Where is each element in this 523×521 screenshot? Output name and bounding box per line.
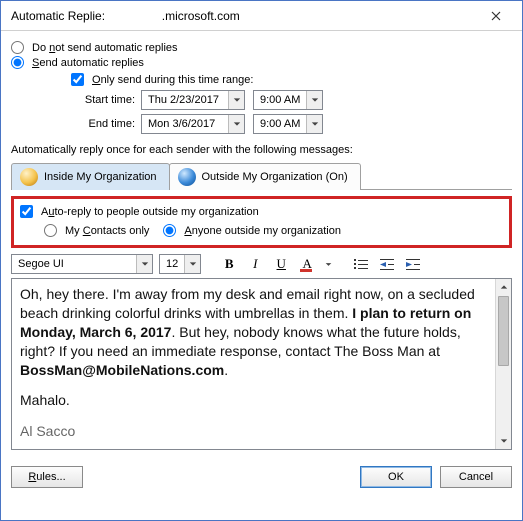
radio-send-input[interactable]	[11, 56, 24, 69]
chevron-down-icon	[306, 115, 322, 133]
message-paragraph: Oh, hey there. I'm away from my desk and…	[20, 285, 487, 379]
chevron-down-icon	[184, 255, 200, 273]
end-time-value: 9:00 AM	[254, 118, 306, 130]
radio-anyone-outside-input[interactable]	[163, 224, 176, 237]
start-time-value: 9:00 AM	[254, 94, 306, 106]
scroll-track[interactable]	[496, 367, 511, 433]
bullet-list-button[interactable]	[351, 254, 371, 274]
start-date-combo[interactable]: Thu 2/23/2017	[141, 90, 245, 110]
title-suffix: .microsoft.com	[162, 9, 240, 23]
title-bar: Automatic Replie: .microsoft.com	[1, 1, 522, 31]
window-title: Automatic Replie: .microsoft.com	[11, 9, 476, 23]
font-size-value: 12	[160, 258, 184, 270]
scroll-up-button[interactable]	[496, 279, 511, 295]
close-icon	[491, 11, 501, 21]
globe-icon	[20, 168, 38, 186]
radio-anyone-outside[interactable]: Anyone outside my organization	[163, 224, 341, 237]
time-range-block: Only send during this time range: Start …	[71, 73, 512, 134]
dialog-footer: Rules... OK Cancel	[1, 458, 522, 496]
title-prefix: Automatic Replie:	[11, 9, 105, 23]
end-time-row: End time: Mon 3/6/2017 9:00 AM	[71, 114, 512, 134]
only-send-check-input[interactable]	[71, 73, 84, 86]
arrow-right-icon	[406, 262, 412, 267]
scroll-down-button[interactable]	[496, 433, 511, 449]
outside-options-highlight: Auto-reply to people outside my organiza…	[11, 196, 512, 248]
tab-outside[interactable]: Outside My Organization (On)	[169, 163, 361, 190]
message-editor[interactable]: Oh, hey there. I'm away from my desk and…	[12, 279, 495, 449]
end-date-value: Mon 3/6/2017	[142, 118, 228, 130]
font-combo[interactable]: Segoe UI	[11, 254, 153, 274]
tab-inside[interactable]: Inside My Organization	[11, 163, 170, 190]
underline-button[interactable]: U	[271, 254, 291, 274]
radio-contacts-only-input[interactable]	[44, 224, 57, 237]
format-toolbar: Segoe UI 12 B I U A	[11, 252, 512, 276]
start-time-row: Start time: Thu 2/23/2017 9:00 AM	[71, 90, 512, 110]
end-date-combo[interactable]: Mon 3/6/2017	[141, 114, 245, 134]
radio-contacts-only[interactable]: My Contacts only	[44, 224, 149, 237]
cancel-button[interactable]: Cancel	[440, 466, 512, 488]
rules-button[interactable]: Rules...	[11, 466, 83, 488]
scroll-thumb[interactable]	[498, 296, 509, 366]
italic-button[interactable]: I	[245, 254, 265, 274]
message-paragraph: Al Sacco	[20, 422, 487, 441]
ok-button[interactable]: OK	[360, 466, 432, 488]
end-time-combo[interactable]: 9:00 AM	[253, 114, 323, 134]
reply-once-label: Automatically reply once for each sender…	[11, 144, 512, 156]
close-button[interactable]	[476, 3, 516, 29]
tab-strip: Inside My Organization Outside My Organi…	[11, 162, 512, 190]
auto-reply-outside-check[interactable]: Auto-reply to people outside my organiza…	[20, 205, 503, 218]
message-paragraph: Mahalo.	[20, 391, 487, 410]
tab-inside-label: Inside My Organization	[44, 171, 157, 183]
font-value: Segoe UI	[12, 258, 136, 270]
font-size-combo[interactable]: 12	[159, 254, 201, 274]
start-label: Start time:	[71, 94, 141, 106]
radio-do-not-send[interactable]: Do not send automatic replies	[11, 41, 512, 54]
chevron-down-icon	[306, 91, 322, 109]
globe-icon	[178, 168, 196, 186]
bold-button[interactable]: B	[219, 254, 239, 274]
radio-do-not-send-input[interactable]	[11, 41, 24, 54]
increase-indent-button[interactable]	[403, 254, 423, 274]
start-time-combo[interactable]: 9:00 AM	[253, 90, 323, 110]
end-label: End time:	[71, 118, 141, 130]
chevron-down-icon	[228, 91, 244, 109]
arrow-left-icon	[380, 262, 386, 267]
editor-scrollbar[interactable]	[495, 279, 511, 449]
font-color-button[interactable]: A	[297, 254, 317, 274]
chevron-down-icon	[228, 115, 244, 133]
decrease-indent-button[interactable]	[377, 254, 397, 274]
message-editor-wrap: Oh, hey there. I'm away from my desk and…	[11, 278, 512, 450]
only-send-check[interactable]: Only send during this time range:	[71, 73, 512, 86]
auto-reply-outside-check-input[interactable]	[20, 205, 33, 218]
tab-outside-label: Outside My Organization (On)	[202, 171, 348, 183]
chevron-down-icon	[136, 255, 152, 273]
start-date-value: Thu 2/23/2017	[142, 94, 228, 106]
font-color-dropdown[interactable]	[323, 254, 333, 274]
radio-send[interactable]: Send automatic replies	[11, 56, 512, 69]
